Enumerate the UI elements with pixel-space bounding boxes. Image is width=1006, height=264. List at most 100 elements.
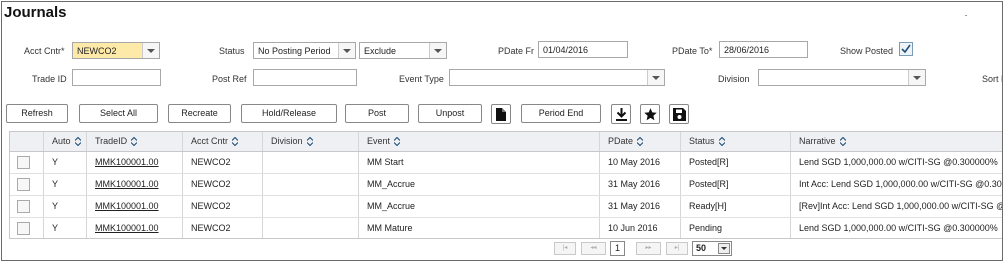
- period-end-button[interactable]: Period End: [521, 104, 601, 123]
- row-checkbox[interactable]: [17, 156, 30, 169]
- select-all-button[interactable]: Select All: [79, 104, 158, 123]
- post-button[interactable]: Post: [345, 104, 409, 123]
- page-title: Journals: [4, 4, 67, 21]
- cell-tradeid: MMK100001.00: [87, 218, 183, 238]
- pdate-to-input[interactable]: 28/06/2016: [719, 41, 808, 58]
- status-mode-value: Exclude: [364, 46, 397, 56]
- page-size-select[interactable]: 50: [692, 241, 732, 256]
- cell-auto: Y: [44, 174, 87, 195]
- sort-icon[interactable]: [637, 137, 644, 147]
- status-mode-select[interactable]: Exclude: [359, 42, 447, 59]
- cell-acct-cntr: NEWCO2: [183, 196, 263, 217]
- sort-icon[interactable]: [74, 137, 81, 147]
- cell-tradeid: MMK100001.00: [87, 174, 183, 195]
- trade-id-link[interactable]: MMK100001.00: [95, 179, 159, 189]
- acct-cntr-value: NEWCO2: [77, 46, 117, 56]
- show-posted-checkbox[interactable]: [899, 42, 913, 56]
- hold-release-button[interactable]: Hold/Release: [241, 104, 337, 123]
- cell-pdate: 31 May 2016: [600, 174, 681, 195]
- cell-pdate: 10 Jun 2016: [600, 218, 681, 238]
- row-select-cell: [10, 174, 44, 195]
- status-label: Status: [219, 46, 245, 56]
- column-header-narrative[interactable]: Narrative: [791, 132, 1002, 151]
- sort-icon[interactable]: [394, 137, 401, 147]
- table-row[interactable]: Y MMK100001.00 NEWCO2 MM Start 10 May 20…: [10, 152, 1002, 174]
- table-row[interactable]: Y MMK100001.00 NEWCO2 MM_Accrue 31 May 2…: [10, 196, 1002, 218]
- division-select[interactable]: [758, 69, 926, 86]
- cell-pdate: 10 May 2016: [600, 152, 681, 173]
- cell-narrative: Lend SGD 1,000,000.00 w/CITI-SG @0.30000…: [799, 157, 998, 167]
- cell-status: Posted[R]: [681, 152, 791, 173]
- trade-id-link[interactable]: MMK100001.00: [95, 201, 159, 211]
- column-header-event[interactable]: Event: [359, 132, 600, 151]
- document-button[interactable]: [491, 104, 511, 124]
- sort-icon[interactable]: [306, 137, 313, 147]
- chevron-down-icon[interactable]: [718, 243, 730, 254]
- table-row[interactable]: Y MMK100001.00 NEWCO2 MM_Accrue 31 May 2…: [10, 174, 1002, 196]
- chevron-down-icon[interactable]: [142, 43, 159, 58]
- chevron-down-icon[interactable]: [338, 43, 355, 58]
- current-page-indicator[interactable]: 1: [610, 241, 625, 256]
- next-page-button[interactable]: ▸▸: [636, 242, 661, 255]
- acct-cntr-select[interactable]: NEWCO2: [72, 42, 160, 59]
- cell-narrative: Lend SGD 1,000,000.00 w/CITI-SG @0.30000…: [799, 223, 998, 233]
- column-header-status[interactable]: Status: [681, 132, 791, 151]
- post-ref-input[interactable]: [253, 69, 357, 86]
- row-select-cell: [10, 152, 44, 173]
- pdate-fr-label: PDate Fr: [498, 46, 535, 56]
- download-button[interactable]: [611, 104, 631, 124]
- cell-status: Pending: [681, 218, 791, 238]
- cell-division: [263, 218, 359, 238]
- column-header-pdate[interactable]: PDate: [600, 132, 681, 151]
- sort-icon[interactable]: [839, 137, 846, 147]
- column-header-acct-cntr[interactable]: Acct Cntr: [183, 132, 263, 151]
- row-checkbox[interactable]: [17, 222, 30, 235]
- event-type-select[interactable]: [449, 69, 665, 86]
- checkmark-icon: [901, 44, 911, 54]
- table-row[interactable]: Y MMK100001.00 NEWCO2 MM Mature 10 Jun 2…: [10, 218, 1002, 238]
- cell-division: [263, 174, 359, 195]
- trade-id-input[interactable]: [72, 69, 161, 86]
- trade-id-link[interactable]: MMK100001.00: [95, 157, 159, 167]
- cell-acct-cntr: NEWCO2: [183, 174, 263, 195]
- recreate-button[interactable]: Recreate: [168, 104, 231, 123]
- post-ref-label: Post Ref: [212, 74, 247, 84]
- sort-icon[interactable]: [232, 137, 239, 147]
- pdate-to-value: 28/06/2016: [724, 45, 770, 55]
- pdate-fr-input[interactable]: 01/04/2016: [538, 41, 628, 58]
- event-type-label: Event Type: [399, 74, 444, 84]
- save-button[interactable]: [669, 104, 689, 124]
- row-checkbox[interactable]: [17, 200, 30, 213]
- trade-id-label: Trade ID: [32, 74, 67, 84]
- sort-icon[interactable]: [131, 137, 138, 147]
- cell-tradeid: MMK100001.00: [87, 196, 183, 217]
- column-header-tradeid[interactable]: TradeID: [87, 132, 183, 151]
- trade-id-link[interactable]: MMK100001.00: [95, 223, 159, 233]
- document-icon: [496, 108, 506, 121]
- cell-auto: Y: [44, 218, 87, 238]
- refresh-button[interactable]: Refresh: [6, 104, 68, 123]
- status-select[interactable]: No Posting Period: [253, 42, 356, 59]
- cell-division: [263, 152, 359, 173]
- table-header-row: Auto TradeID Acct Cntr Division Event PD…: [10, 132, 1002, 152]
- acct-cntr-label: Acct Cntr*: [24, 46, 65, 56]
- last-page-button[interactable]: ▸|: [666, 242, 688, 255]
- row-checkbox[interactable]: [17, 178, 30, 191]
- cell-acct-cntr: NEWCO2: [183, 152, 263, 173]
- cell-auto: Y: [44, 152, 87, 173]
- column-header-division[interactable]: Division: [263, 132, 359, 151]
- cell-pdate: 31 May 2016: [600, 196, 681, 217]
- sort-icon[interactable]: [718, 137, 725, 147]
- row-select-cell: [10, 218, 44, 238]
- chevron-down-icon[interactable]: [429, 43, 446, 58]
- previous-page-button[interactable]: ◂◂: [581, 242, 606, 255]
- favorite-button[interactable]: [640, 104, 660, 124]
- first-page-button[interactable]: |◂: [554, 242, 576, 255]
- column-header-auto[interactable]: Auto: [44, 132, 87, 151]
- unpost-button[interactable]: Unpost: [418, 104, 482, 123]
- cell-tradeid: MMK100001.00: [87, 152, 183, 173]
- chevron-down-icon[interactable]: [908, 70, 925, 85]
- select-column-header: [10, 132, 44, 151]
- sort-by-label: Sort B: [982, 74, 1002, 84]
- chevron-down-icon[interactable]: [647, 70, 664, 85]
